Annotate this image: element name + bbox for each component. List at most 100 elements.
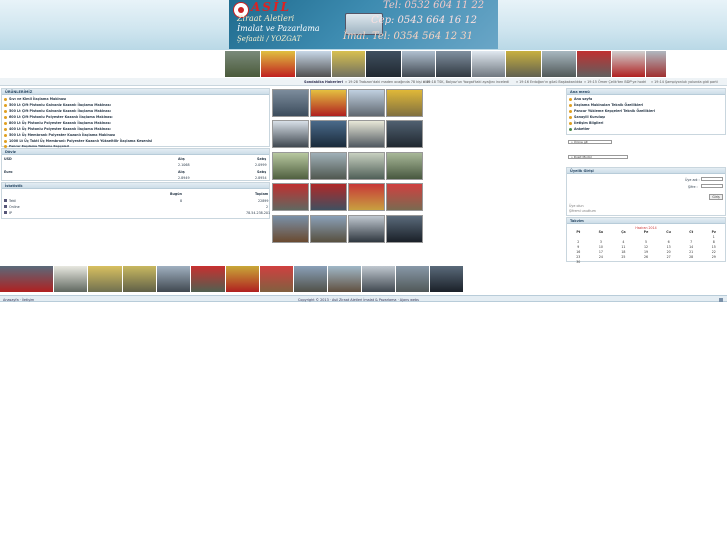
product-link-5[interactable]: 800 Lt Üç Pistonlu Polyester Kazanlı İla… <box>4 121 111 125</box>
login-button[interactable]: Giriş <box>709 194 723 200</box>
scroll-top-icon[interactable] <box>719 297 723 302</box>
menu-item-home[interactable]: Ana sayfa <box>569 97 592 101</box>
gallery-thumb[interactable] <box>310 120 347 148</box>
products-title: ÜRÜNLERİMİZ <box>2 89 269 95</box>
copyright: Copyright © 2013 · Asil Ziraat Aletleri … <box>298 297 419 302</box>
gallery-thumb[interactable] <box>386 152 423 180</box>
gallery-thumb[interactable] <box>310 89 347 117</box>
menu-item-loader-specs[interactable]: Pancar Yükleme Kepçeleri Teknik Özellikl… <box>569 109 655 113</box>
gallery-thumb[interactable] <box>272 152 309 180</box>
products-panel: ÜRÜNLERİMİZ Sıvı ve Kimil İlaçlama Makin… <box>1 88 270 148</box>
calendar-week: 30 <box>576 260 581 264</box>
product-link-4[interactable]: 600 Lt Çift Pistonlu Polyester Kazanlı İ… <box>4 115 113 119</box>
gallery-thumb[interactable] <box>386 215 423 243</box>
gallery-thumb[interactable] <box>386 183 423 211</box>
gallery-thumb[interactable] <box>386 120 423 148</box>
stats-total: 78.54.238.201 <box>246 211 271 215</box>
gallery-thumb[interactable] <box>310 152 347 180</box>
gallery-thumb[interactable] <box>386 89 423 117</box>
menu-title: Ana menü <box>567 89 725 95</box>
gallery-thumb[interactable] <box>348 89 385 117</box>
product-photo-strip-bottom <box>0 266 464 292</box>
stats-row: Online <box>4 205 20 209</box>
password-label: Şifre : <box>688 185 698 189</box>
currency-buy: 2.8949 <box>178 176 190 180</box>
header-banner[interactable]: ASİL Ziraat Aletleri İmalat ve Pazarlama… <box>229 0 498 49</box>
footer: Anasayfa · İletişim Copyright © 2013 · A… <box>0 295 727 302</box>
stats-row: Tekil <box>4 199 16 203</box>
product-link-2[interactable]: 500 Lt Çift Pistonlu Galvaniz Kazanlı İl… <box>4 103 111 107</box>
login-title: Üyelik Girişi <box>567 168 725 174</box>
stats-header-total: Toplam <box>255 192 269 196</box>
stats-header-today: Bugün <box>170 192 182 196</box>
currency-header-sell: Satış <box>257 157 267 161</box>
brand-line3: Şefaatli / YOZGAT <box>237 35 302 43</box>
bullet-icon <box>4 103 7 107</box>
ticker-item[interactable]: » 19:15 Ömer Çelik'ten BDP'ye hodri <box>584 80 646 84</box>
register-link[interactable]: Üye olun <box>569 204 584 208</box>
calendar: Haziran 2014 Pt Sa Ça Pe Cu Ct Pz 1 2345678 91… <box>567 226 725 265</box>
password-input[interactable] <box>701 184 723 188</box>
currency-buy: 2.1068 <box>178 163 190 167</box>
product-link-3[interactable]: 500 Lt Çift Pistonlu Galvaniz Kazanlı İl… <box>4 109 111 113</box>
login-panel: Üyelik Girişi Üye adı : Şifre : Giriş Üy… <box>566 167 726 216</box>
module-select[interactable]: » Dosit Modül <box>568 155 628 159</box>
menu-item-contact[interactable]: İletişim Bilgileri <box>569 121 603 125</box>
stats-today: 8 <box>180 199 183 203</box>
currency-sell: 2.8954 <box>255 176 267 180</box>
currency-panel: Döviz Alış Satış USD 2.1068 2.0999 Alış … <box>1 148 270 181</box>
bullet-icon <box>569 121 572 125</box>
brand-line1: Ziraat Aletleri <box>237 14 295 23</box>
gallery-thumb[interactable] <box>272 183 309 211</box>
user-icon <box>4 199 7 202</box>
username-input[interactable] <box>701 177 723 181</box>
product-link-1[interactable]: Sıvı ve Kimil İlaçlama Makinası <box>4 97 66 101</box>
product-link-8[interactable]: 1000 Lt Üç Takti Üç Membranlı Polyester … <box>4 139 152 143</box>
username-label: Üye adı : <box>685 178 700 182</box>
calendar-title: Takvim <box>567 218 725 224</box>
gallery-thumb[interactable] <box>310 183 347 211</box>
gallery-thumb[interactable] <box>348 215 385 243</box>
bullet-icon <box>4 121 7 125</box>
stats-total: 2 <box>266 205 269 209</box>
currency-header-sell: Satış <box>257 170 267 174</box>
bullet-icon <box>569 109 572 113</box>
phone-3: İmal. Tel: 0354 564 12 31 <box>343 31 474 42</box>
phone-1: Tel: 0532 604 11 22 <box>383 0 485 11</box>
gallery-thumb[interactable] <box>310 215 347 243</box>
ticker-item[interactable]: » 19:14 Şampiyonluk yolunda gidi parti <box>651 80 718 84</box>
product-link-7[interactable]: 500 Lt Üç Membranlı Polyester Kazanlı İl… <box>4 133 115 137</box>
stats-panel: İstatistik Bugün Toplam Tekil 8 22899 On… <box>1 182 270 219</box>
bullet-icon <box>569 97 572 101</box>
footer-links[interactable]: Anasayfa · İletişim <box>3 298 34 302</box>
check-icon <box>569 127 572 131</box>
gallery-thumb[interactable] <box>348 183 385 211</box>
online-icon <box>4 205 7 208</box>
ticker-item[interactable]: » 19:28 Trabzon'daki maden ocağında 78 k… <box>345 80 430 84</box>
bullet-icon <box>4 133 7 137</box>
gallery-thumb[interactable] <box>348 120 385 148</box>
bullet-icon <box>4 109 7 113</box>
gallery-thumb[interactable] <box>272 120 309 148</box>
forgot-password-link[interactable]: Şifremi unuttum <box>569 209 596 213</box>
ticker-item[interactable]: » 19:16 Erdoğan'ın gözü Başbakanlıkta <box>516 80 582 84</box>
product-select[interactable]: » Ürüne git <box>568 140 612 144</box>
bullet-icon <box>4 115 7 119</box>
ticker-item[interactable]: » 19:18 TSK, Balyoz'un Yozgat'taki ayağı… <box>423 80 509 84</box>
ticker-label: Sondakika Haberleri <box>304 80 343 84</box>
bullet-icon <box>4 97 7 101</box>
bullet-icon <box>569 115 572 119</box>
product-link-6[interactable]: 400 Lt Üç Pistonlu Polyester Kazanlı İla… <box>4 127 111 131</box>
gallery-thumb[interactable] <box>272 215 309 243</box>
currency-name: Euro <box>4 170 13 174</box>
menu-item-sprayer-specs[interactable]: İlaçlama Makinaları Teknik Özellikleri <box>569 103 643 107</box>
product-photo-strip-top <box>225 51 667 77</box>
brand-line2: İmalat ve Pazarlama <box>237 24 320 33</box>
bullet-icon <box>4 139 7 143</box>
gallery-thumb[interactable] <box>348 152 385 180</box>
bullet-icon <box>4 127 7 131</box>
product-gallery <box>272 89 424 244</box>
menu-item-industry[interactable]: Sanayili Kuruluşı <box>569 115 605 119</box>
gallery-thumb[interactable] <box>272 89 309 117</box>
menu-item-polls[interactable]: Anketler <box>569 127 590 131</box>
